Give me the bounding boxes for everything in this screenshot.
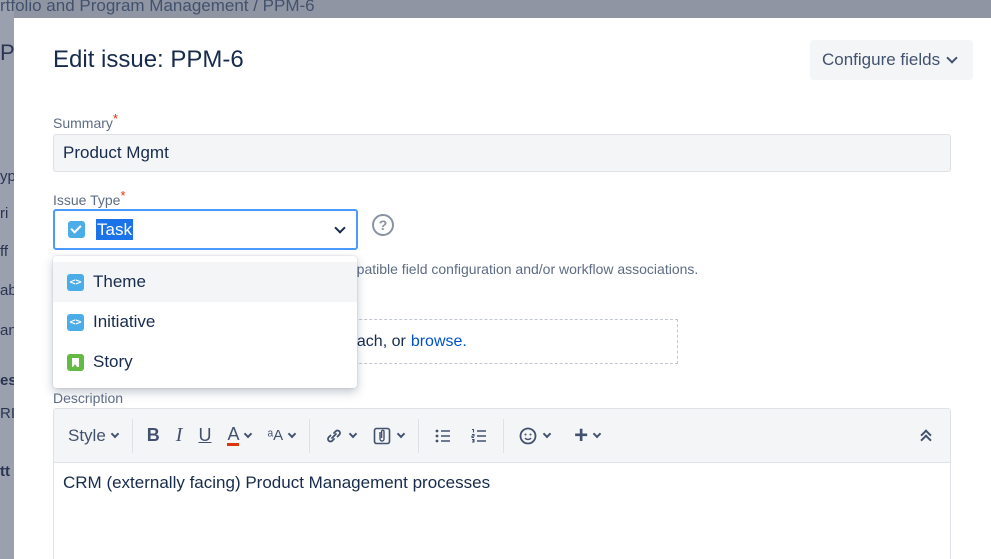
issue-type-dropdown: <> Theme <> Initiative Story (53, 256, 357, 388)
style-label: Style (68, 425, 106, 445)
editor-toolbar: Style B I U A ᵃA + (54, 409, 950, 463)
dropdown-option-story[interactable]: Story (53, 342, 357, 382)
paperclip-icon (373, 427, 391, 444)
link-icon (327, 429, 341, 442)
summary-value: Product Mgmt (63, 143, 169, 162)
bold-button[interactable]: B (139, 421, 168, 451)
background-fragment: ri (0, 205, 9, 222)
option-label: Theme (93, 272, 146, 291)
issue-type-select[interactable]: Task (53, 209, 358, 250)
option-label: Story (93, 352, 133, 371)
style-dropdown[interactable]: Style (68, 421, 126, 451)
required-marker: * (120, 188, 126, 203)
description-editor: Style B I U A ᵃA + CRM (externally facin… (53, 408, 951, 559)
bullet-list-icon (435, 429, 451, 442)
dropdown-option-initiative[interactable]: <> Initiative (53, 302, 357, 342)
link-button[interactable] (316, 421, 364, 451)
epic-icon: <> (67, 273, 84, 291)
chevron-down-icon (542, 429, 552, 438)
required-marker: * (112, 111, 118, 126)
issue-type-hint: mpatible field configuration and/or work… (345, 261, 699, 277)
toolbar-divider (309, 418, 311, 453)
description-text: CRM (externally facing) Product Manageme… (63, 473, 491, 492)
insert-button[interactable]: + (566, 421, 608, 451)
browse-link[interactable]: browse. (411, 333, 467, 351)
issue-type-label: Issue Type* (53, 188, 126, 208)
collapse-toolbar-icon[interactable] (920, 431, 932, 443)
breadcrumb: rtfolio and Program Management / PPM-6 (0, 0, 315, 15)
configure-fields-button[interactable]: Configure fields (810, 40, 973, 80)
task-icon (68, 221, 85, 238)
background-fragment: RI (0, 405, 15, 422)
description-label: Description (53, 390, 124, 406)
background-fragment: ff (0, 243, 9, 260)
option-label: Initiative (93, 312, 156, 331)
dialog-title: Edit issue: PPM-6 (53, 46, 244, 73)
attachment-dropzone[interactable]: ttach, or browse. (314, 319, 678, 364)
text-effects-button[interactable]: ᵃA (259, 421, 303, 451)
chevron-down-icon (334, 222, 346, 234)
edit-issue-dialog: Edit issue: PPM-6 Configure fields Summa… (14, 18, 991, 559)
issue-type-selected: Task (96, 219, 133, 240)
plus-icon: + (574, 421, 589, 449)
emoji-button[interactable] (510, 421, 558, 451)
toolbar-divider (503, 418, 505, 453)
text-effects-icon: ᵃA (267, 427, 284, 444)
text-color-button[interactable]: A (219, 421, 259, 451)
emoji-icon (519, 427, 537, 444)
chevron-down-icon (396, 429, 406, 438)
chevron-down-icon (110, 429, 120, 438)
toolbar-divider (418, 418, 420, 453)
chevron-down-icon (287, 429, 297, 438)
numbered-list-icon (471, 428, 487, 443)
attachment-button[interactable] (364, 421, 412, 451)
configure-fields-label: Configure fields (822, 50, 941, 69)
underline-button[interactable]: U (190, 421, 219, 451)
description-content[interactable]: CRM (externally facing) Product Manageme… (54, 463, 950, 503)
text-color-icon: A (227, 424, 240, 446)
chevron-down-icon (592, 429, 602, 438)
toolbar-divider (131, 418, 133, 453)
summary-label: Summary* (53, 111, 118, 131)
story-icon (67, 353, 84, 371)
bookmark-icon (72, 357, 79, 367)
help-icon[interactable]: ? (372, 214, 394, 236)
summary-input[interactable]: Product Mgmt (53, 134, 951, 172)
bullet-list-button[interactable] (425, 421, 461, 451)
chevron-down-icon (348, 429, 358, 438)
dropdown-option-theme[interactable]: <> Theme (53, 262, 357, 302)
background-fragment: tt (0, 463, 10, 480)
numbered-list-button[interactable] (461, 421, 497, 451)
epic-icon: <> (67, 313, 84, 331)
italic-button[interactable]: I (168, 421, 191, 451)
chevron-down-icon (244, 429, 253, 438)
chevron-down-icon (946, 52, 958, 64)
